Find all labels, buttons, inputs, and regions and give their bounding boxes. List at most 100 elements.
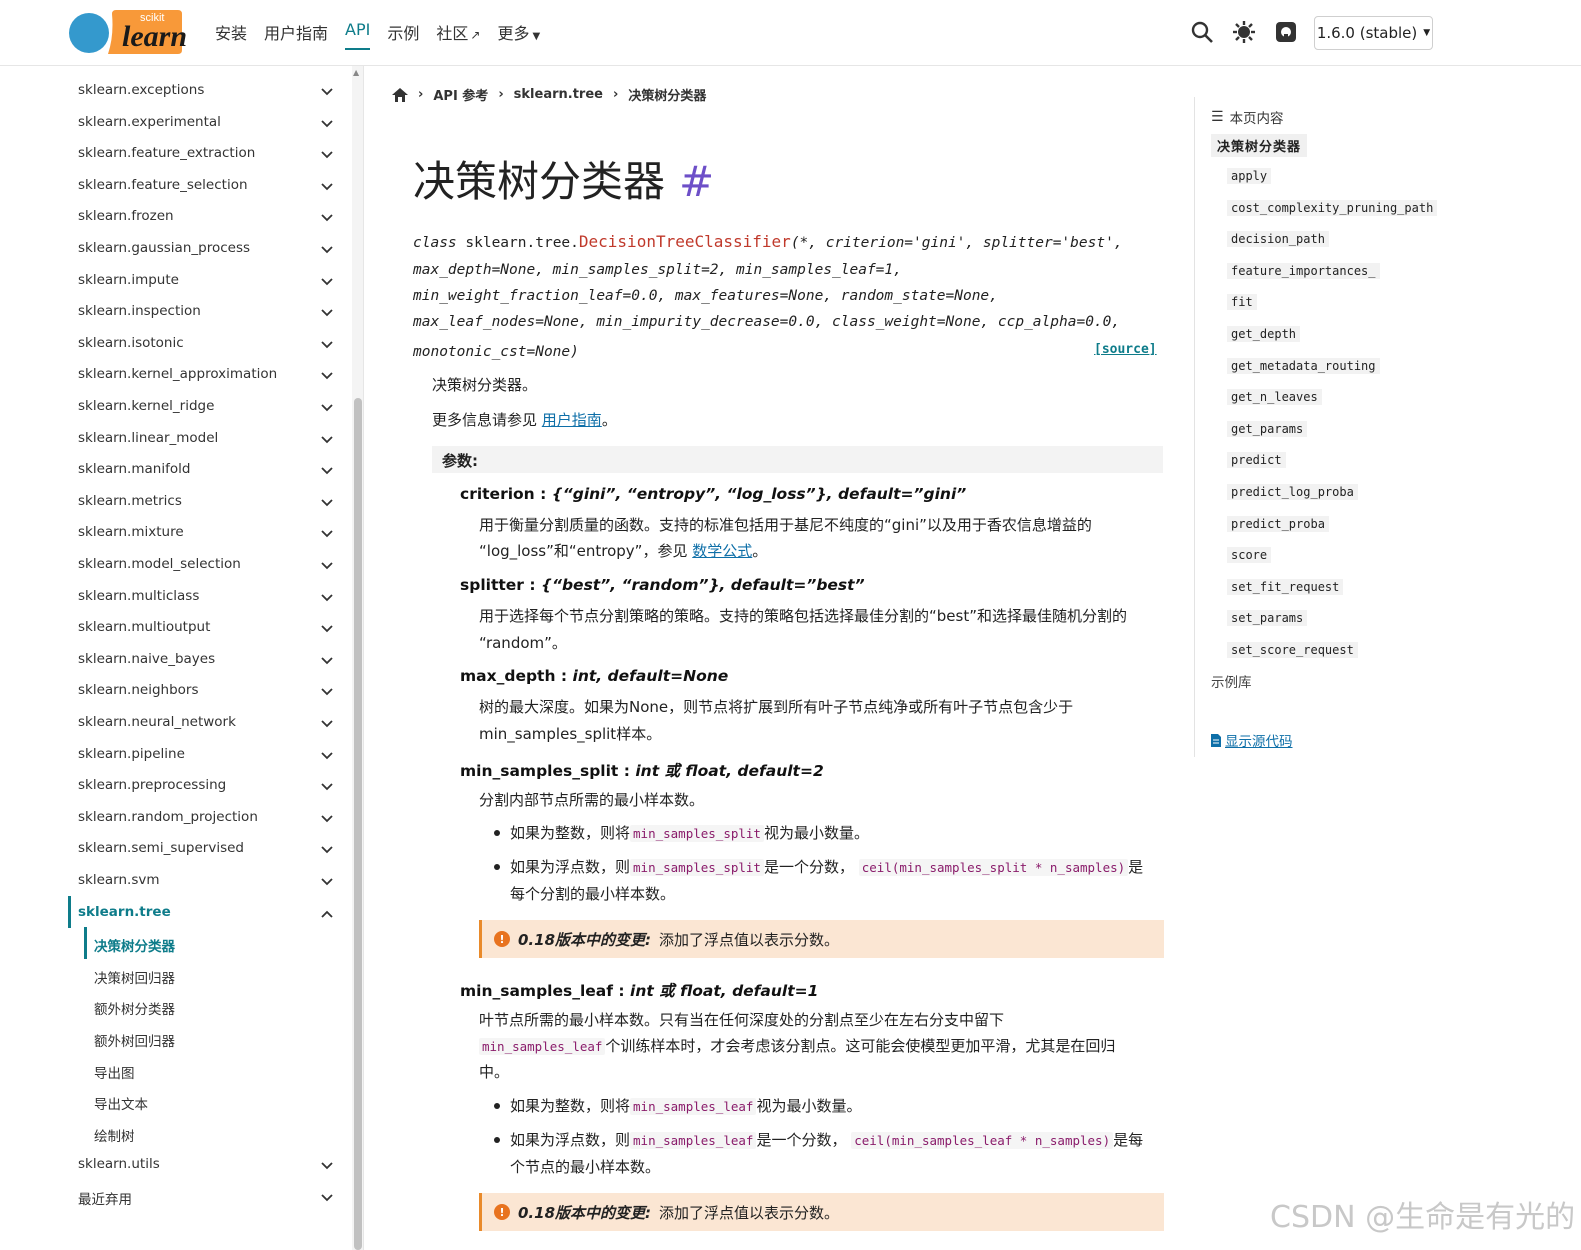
sidebar-item[interactable]: sklearn.gaussian_process xyxy=(78,240,250,256)
theme-toggle-icon[interactable] xyxy=(1232,20,1256,44)
sidebar-item[interactable]: sklearn.preprocessing xyxy=(78,777,226,793)
toc-item[interactable]: set_fit_request xyxy=(1227,578,1344,595)
toc-item[interactable]: get_n_leaves xyxy=(1227,389,1322,406)
chevron-down-icon[interactable] xyxy=(320,495,334,509)
chevron-down-icon[interactable] xyxy=(320,842,334,856)
chevron-down-icon[interactable] xyxy=(320,368,334,382)
version-switcher[interactable]: 1.6.0 (stable) ▼ xyxy=(1314,16,1433,50)
sidebar-item[interactable]: sklearn.frozen xyxy=(78,208,174,224)
chevron-down-icon[interactable] xyxy=(320,337,334,351)
toc-item[interactable]: apply xyxy=(1227,168,1272,184)
sidebar-item[interactable]: sklearn.kernel_ridge xyxy=(78,398,214,414)
sidebar-item[interactable]: sklearn.pipeline xyxy=(78,746,185,762)
sidebar-item[interactable]: sklearn.multioutput xyxy=(78,619,210,635)
title-anchor-link[interactable]: # xyxy=(679,157,714,206)
sidebar-scroll-thumb[interactable] xyxy=(354,398,362,1250)
sidebar-item[interactable]: sklearn.random_projection xyxy=(78,809,258,825)
toc-item[interactable]: feature_importances_ xyxy=(1227,262,1380,279)
toc-item[interactable]: set_params xyxy=(1227,610,1308,627)
breadcrumb-api[interactable]: API 参考 xyxy=(433,85,488,104)
toc-item[interactable]: fit xyxy=(1227,294,1257,311)
toc-item[interactable]: decision_path xyxy=(1227,231,1329,248)
sidebar-item[interactable]: sklearn.naive_bayes xyxy=(78,651,215,667)
user-guide-link[interactable]: 用户指南 xyxy=(542,411,602,429)
sidebar-item[interactable]: sklearn.exceptions xyxy=(78,82,204,98)
toc-item[interactable]: predict xyxy=(1227,452,1286,469)
sidebar-subitem[interactable]: 绘制树 xyxy=(94,1125,135,1145)
chevron-down-icon[interactable] xyxy=(320,590,334,604)
toc-item[interactable]: predict_proba xyxy=(1227,515,1329,532)
sidebar-item[interactable]: sklearn.utils xyxy=(78,1156,160,1172)
nav-install[interactable]: 安装 xyxy=(215,20,247,50)
sidebar-subitem[interactable]: 决策树回归器 xyxy=(94,967,175,987)
chevron-down-icon[interactable] xyxy=(320,400,334,414)
sidebar-item[interactable]: 最近弃用 xyxy=(78,1188,132,1208)
toc-item[interactable]: cost_complexity_pruning_path xyxy=(1227,199,1438,216)
chevron-down-icon[interactable] xyxy=(320,716,334,730)
sidebar-item[interactable]: sklearn.svm xyxy=(78,872,160,888)
sidebar-item-sklearn-tree[interactable]: sklearn.tree xyxy=(78,904,171,920)
sidebar-item[interactable]: sklearn.experimental xyxy=(78,114,221,130)
chevron-down-icon[interactable] xyxy=(320,558,334,572)
sidebar-subitem[interactable]: 决策树分类器 xyxy=(94,935,175,955)
chevron-down-icon[interactable] xyxy=(320,179,334,193)
sidebar-item[interactable]: sklearn.kernel_approximation xyxy=(78,366,277,382)
toc-main-entry[interactable]: 决策树分类器 xyxy=(1211,134,1308,157)
toc-item[interactable]: get_params xyxy=(1227,420,1308,437)
toc-item[interactable]: set_score_request xyxy=(1227,642,1358,658)
scikit-learn-logo[interactable]: scikit learn xyxy=(68,6,200,56)
chevron-down-icon[interactable] xyxy=(320,1158,334,1172)
sidebar-item[interactable]: sklearn.isotonic xyxy=(78,335,184,351)
sidebar-item[interactable]: sklearn.feature_selection xyxy=(78,177,248,193)
chevron-down-icon[interactable] xyxy=(320,242,334,256)
sidebar-subitem[interactable]: 导出图 xyxy=(94,1062,135,1082)
chevron-down-icon[interactable] xyxy=(320,463,334,477)
nav-api[interactable]: API xyxy=(345,20,371,50)
sidebar-subitem[interactable]: 额外树分类器 xyxy=(94,998,175,1018)
home-icon[interactable] xyxy=(392,87,408,102)
chevron-down-icon[interactable] xyxy=(320,84,334,98)
sidebar-item[interactable]: sklearn.neighbors xyxy=(78,682,199,698)
chevron-down-icon[interactable] xyxy=(320,1190,334,1204)
chevron-down-icon[interactable] xyxy=(320,274,334,288)
sidebar-item[interactable]: sklearn.model_selection xyxy=(78,556,241,572)
breadcrumb-module[interactable]: sklearn.tree xyxy=(514,87,603,102)
toc-item[interactable]: predict_log_proba xyxy=(1227,484,1358,500)
sidebar-item[interactable]: sklearn.impute xyxy=(78,272,179,288)
math-formula-link[interactable]: 数学公式 xyxy=(692,542,752,560)
chevron-up-icon[interactable] xyxy=(320,906,334,920)
sidebar-item[interactable]: sklearn.mixture xyxy=(78,524,184,540)
sidebar-item[interactable]: sklearn.neural_network xyxy=(78,714,236,730)
chevron-down-icon[interactable] xyxy=(320,811,334,825)
chevron-down-icon[interactable] xyxy=(320,684,334,698)
sidebar-subitem[interactable]: 导出文本 xyxy=(94,1093,148,1113)
toc-item[interactable]: get_metadata_routing xyxy=(1227,357,1380,374)
chevron-down-icon[interactable] xyxy=(320,653,334,667)
github-icon[interactable] xyxy=(1274,20,1298,44)
chevron-down-icon[interactable] xyxy=(320,116,334,130)
sidebar-item[interactable]: sklearn.semi_supervised xyxy=(78,840,244,856)
toc-gallery[interactable]: 示例库 xyxy=(1211,671,1252,691)
sidebar-item[interactable]: sklearn.multiclass xyxy=(78,588,199,604)
sidebar-item[interactable]: sklearn.linear_model xyxy=(78,430,218,446)
sidebar-item[interactable]: sklearn.inspection xyxy=(78,303,201,319)
chevron-down-icon[interactable] xyxy=(320,748,334,762)
nav-examples[interactable]: 示例 xyxy=(387,20,419,50)
chevron-down-icon[interactable] xyxy=(320,874,334,888)
show-source-link[interactable]: 显示源代码 xyxy=(1211,730,1293,750)
sidebar-subitem[interactable]: 额外树回归器 xyxy=(94,1030,175,1050)
chevron-down-icon[interactable] xyxy=(320,147,334,161)
chevron-down-icon[interactable] xyxy=(320,621,334,635)
nav-community[interactable]: 社区 ↗ xyxy=(436,20,480,50)
scroll-up-arrow[interactable]: ▲ xyxy=(353,68,359,77)
chevron-down-icon[interactable] xyxy=(320,526,334,540)
nav-user-guide[interactable]: 用户指南 xyxy=(264,20,328,50)
source-link[interactable]: [source] xyxy=(1094,342,1157,357)
chevron-down-icon[interactable] xyxy=(320,432,334,446)
nav-more[interactable]: 更多 ▼ xyxy=(497,20,540,50)
chevron-down-icon[interactable] xyxy=(320,305,334,319)
search-icon[interactable] xyxy=(1190,20,1214,44)
toc-item[interactable]: get_depth xyxy=(1227,326,1301,342)
sidebar-item[interactable]: sklearn.feature_extraction xyxy=(78,145,255,161)
sidebar-item[interactable]: sklearn.metrics xyxy=(78,493,182,509)
